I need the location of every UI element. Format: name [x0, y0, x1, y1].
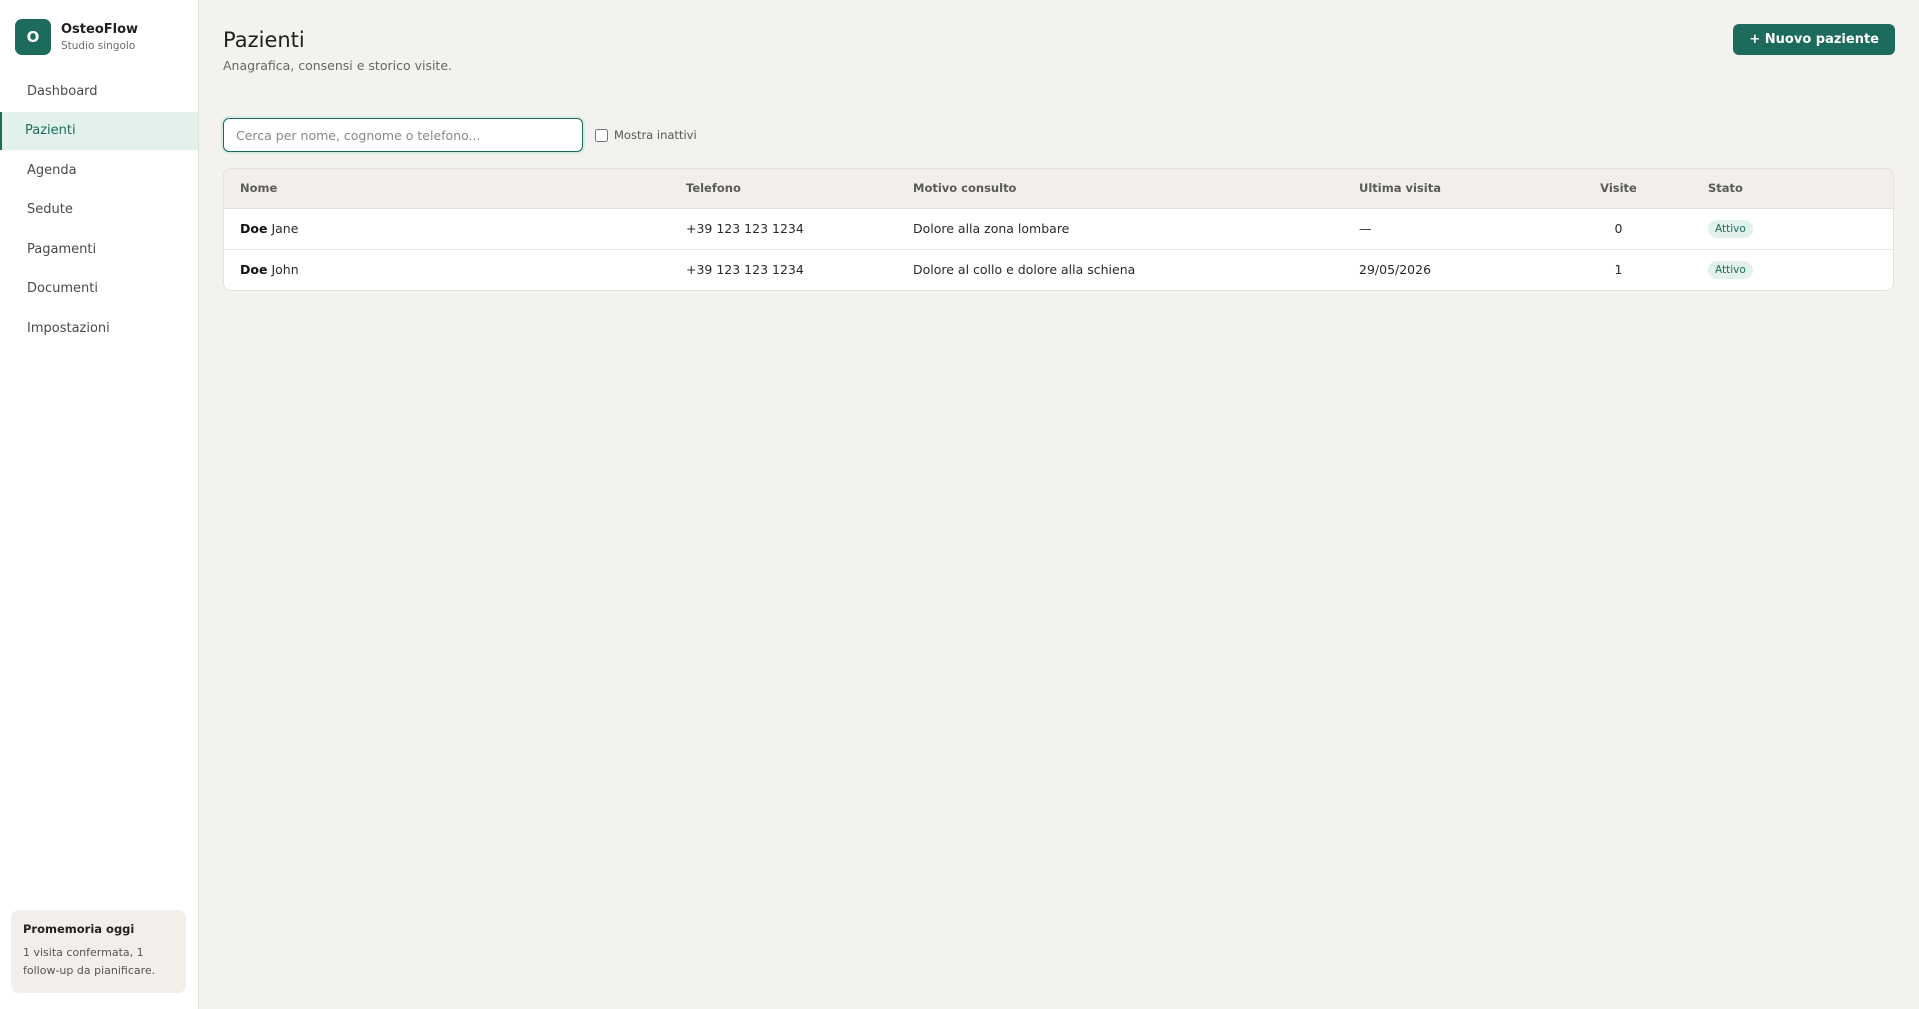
cell-reason: Dolore alla zona lombare [897, 208, 1343, 250]
reminder-text: 1 visita confermata, 1 follow-up da pian… [23, 946, 156, 977]
show-inactive-label: Mostra inattivi [614, 128, 697, 142]
search-input[interactable] [223, 118, 583, 152]
column-header-nome[interactable]: Nome [224, 169, 670, 209]
cell-visits: 0 [1545, 208, 1692, 250]
sidebar-item-sedute[interactable]: Sedute [0, 191, 198, 229]
cell-last-visit: 29/05/2026 [1359, 262, 1432, 278]
new-patient-button[interactable]: + Nuovo paziente [1733, 24, 1895, 55]
cell-status: Attivo [1692, 208, 1893, 250]
patient-name: John [271, 262, 299, 278]
reminder-card: Promemoria oggi 1 visita confermata, 1 f… [11, 910, 186, 993]
cell-status: Attivo [1692, 249, 1893, 290]
show-inactive-toggle[interactable]: Mostra inattivi [595, 128, 697, 142]
column-header-telefono[interactable]: Telefono [670, 169, 897, 209]
table-row[interactable]: Doe John +39 123 123 1234 Dolore al coll… [224, 249, 1893, 290]
sidebar-item-agenda[interactable]: Agenda [0, 151, 198, 189]
brand-text: OsteoFlow Studio singolo [61, 21, 138, 54]
page-header: Pazienti Anagrafica, consensi e storico … [223, 24, 1895, 82]
brand-name: OsteoFlow [61, 21, 139, 37]
brand-subtitle: Studio singolo [61, 39, 136, 52]
sidebar-nav: Dashboard Pazienti Agenda Sedute Pagamen… [0, 72, 198, 347]
patient-surname: Doe [240, 221, 268, 236]
brand-logo: O [15, 19, 51, 55]
show-inactive-checkbox[interactable] [595, 128, 608, 142]
table-row[interactable]: Doe Jane +39 123 123 1234 Dolore alla zo… [224, 208, 1893, 250]
cell-visits: 1 [1614, 262, 1623, 278]
cell-reason: Dolore al collo e dolore alla schiena [913, 262, 1136, 278]
patient-surname: Doe [240, 262, 268, 278]
sidebar-item-dashboard[interactable]: Dashboard [0, 72, 198, 110]
sidebar-item-pagamenti[interactable]: Pagamenti [0, 230, 198, 268]
page-title: Pazienti [223, 28, 305, 52]
cell-name: Doe John [224, 249, 670, 290]
page-heading: Pazienti Anagrafica, consensi e storico … [223, 24, 452, 73]
sidebar: O OsteoFlow Studio singolo Dashboard Paz… [0, 0, 199, 1009]
column-header-stato[interactable]: Stato [1692, 169, 1893, 209]
cell-phone: +39 123 123 1234 [686, 262, 804, 278]
page-subtitle: Anagrafica, consensi e storico visite. [223, 58, 452, 73]
app-root: O OsteoFlow Studio singolo Dashboard Paz… [0, 0, 1919, 1009]
cell-phone: +39 123 123 1234 [670, 208, 897, 250]
status-badge: Attivo [1708, 260, 1753, 279]
table-header-row: Nome Telefono Motivo consulto Ultima vis… [224, 169, 1893, 209]
sidebar-item-pazienti[interactable]: Pazienti [0, 111, 198, 150]
patients-table: Nome Telefono Motivo consulto Ultima vis… [223, 168, 1894, 291]
sidebar-item-documenti[interactable]: Documenti [0, 270, 198, 308]
column-header-motivo[interactable]: Motivo consulto [897, 169, 1343, 209]
sidebar-item-impostazioni[interactable]: Impostazioni [0, 309, 198, 347]
brand: O OsteoFlow Studio singolo [0, 0, 198, 58]
main-content: Pazienti Anagrafica, consensi e storico … [199, 0, 1919, 1009]
column-header-ultima-visita[interactable]: Ultima visita [1343, 169, 1545, 209]
cell-name: Doe Jane [224, 208, 670, 250]
column-header-visite[interactable]: Visite [1545, 169, 1692, 209]
cell-last-visit: — [1343, 208, 1545, 250]
reminder-title: Promemoria oggi [23, 922, 135, 936]
status-badge: Attivo [1708, 219, 1753, 238]
toolbar: Mostra inattivi [223, 118, 1895, 152]
patient-name: Jane [271, 221, 299, 236]
